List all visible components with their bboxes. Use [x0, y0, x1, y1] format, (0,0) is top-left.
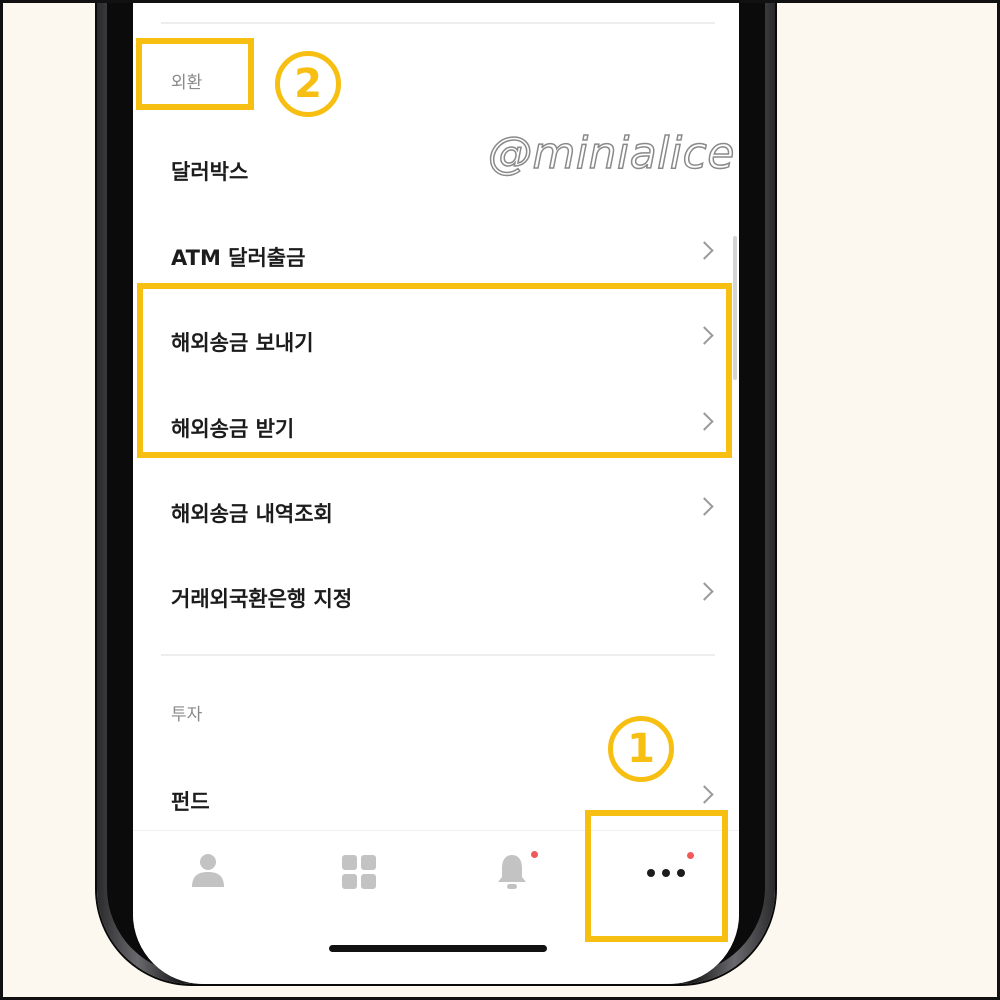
chevron-right-icon: [695, 497, 714, 516]
tab-notifications[interactable]: [433, 831, 583, 921]
tab-profile[interactable]: [133, 831, 283, 921]
tab-menu-grid[interactable]: [283, 831, 433, 921]
bell-icon: [498, 855, 526, 889]
chevron-right-icon: [695, 582, 714, 601]
home-indicator: [329, 945, 547, 952]
step-badge-2: 2: [275, 51, 341, 117]
menu-item-label: ATM 달러출금: [171, 246, 306, 270]
person-icon: [192, 854, 224, 887]
menu-item-atm-dollar[interactable]: ATM 달러출금: [133, 226, 739, 286]
menu-item-label: 거래외국환은행 지정: [171, 587, 353, 611]
step-badge-1: 1: [608, 716, 674, 782]
highlight-box-remittance: [137, 283, 732, 458]
grid-icon: [342, 855, 376, 889]
notification-badge: [531, 851, 538, 858]
highlight-box-more-tab: [585, 810, 728, 942]
top-divider: [161, 22, 715, 24]
section-divider: [161, 654, 715, 656]
menu-item-remittance-history[interactable]: 해외송금 내역조회: [133, 482, 739, 542]
menu-item-label: 해외송금 내역조회: [171, 502, 333, 526]
menu-item-label: 달러박스: [171, 160, 249, 184]
highlight-box-forex-label: [136, 38, 254, 110]
menu-item-label: 펀드: [171, 790, 210, 814]
chevron-right-icon: [695, 785, 714, 804]
menu-item-designate-bank[interactable]: 거래외국환은행 지정: [133, 567, 739, 627]
chevron-right-icon: [695, 241, 714, 260]
watermark-text: @minialice: [487, 127, 735, 180]
scrollbar[interactable]: [733, 236, 737, 380]
section-label-invest: 투자: [171, 705, 203, 725]
